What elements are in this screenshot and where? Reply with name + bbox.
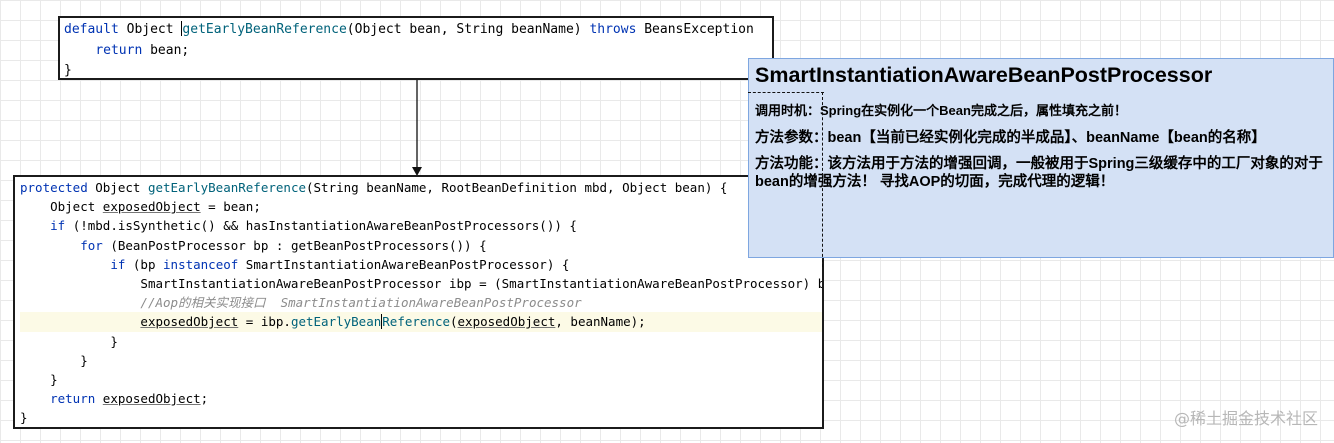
code-line: return exposedObject; [20, 389, 822, 408]
variable: exposedObject [102, 199, 201, 215]
code-text: (Object bean, String beanName) [346, 22, 590, 37]
note-params: 方法参数：bean【当前已经实例化完成的半成品】、beanName【bean的名… [755, 130, 1266, 146]
interface-default-method-code: default Object getEarlyBeanReference(Obj… [58, 16, 774, 80]
note-function: 方法功能：该方法用于方法的增强回调，一般被用于Spring三级缓存中的工厂对象的… [755, 156, 1323, 190]
code-text: BeansException [636, 22, 754, 37]
code-text: (bp [125, 256, 164, 272]
code-line: SmartInstantiationAwareBeanPostProcessor… [20, 274, 822, 293]
code-text: } [64, 63, 72, 78]
code-line: protected Object getEarlyBeanReference(S… [20, 178, 822, 197]
code-line-highlighted: exposedObject = ibp.getEarlyBeanReferenc… [20, 312, 822, 332]
keyword: protected [20, 180, 88, 195]
code-comment: //Aop的相关实现接口 SmartInstantiationAwareBean… [140, 295, 582, 311]
code-line: } [20, 351, 822, 370]
keyword: for [80, 237, 103, 253]
code-text: = bean; [200, 199, 261, 215]
code-text: Object [87, 180, 148, 195]
note-title: SmartInstantiationAwareBeanPostProcessor [755, 63, 1213, 87]
keyword: instanceof [163, 256, 239, 272]
code-line: } [20, 408, 822, 427]
code-text: (String beanName, RootBeanDefinition mbd… [306, 180, 728, 195]
code-text: SmartInstantiationAwareBeanPostProcessor… [238, 256, 570, 272]
method-name: getEarlyBean [290, 314, 382, 330]
code-line: } [64, 61, 772, 78]
variable: exposedObject [457, 314, 556, 330]
code-text: } [80, 352, 88, 368]
dashed-guide-horizontal [748, 92, 824, 93]
keyword: default [64, 22, 119, 37]
abstract-autowire-method-code: protected Object getEarlyBeanReference(S… [13, 175, 824, 429]
keyword: return [50, 391, 96, 407]
keyword: return [95, 42, 143, 58]
code-text: (!mbd.isSynthetic() && hasInstantiationA… [65, 218, 577, 234]
code-line: if (bp instanceof SmartInstantiationAwar… [20, 255, 822, 274]
method-name: getEarlyBeanReference [182, 22, 347, 37]
method-name: getEarlyBeanReference [147, 180, 306, 195]
code-line: if (!mbd.isSynthetic() && hasInstantiati… [20, 216, 822, 235]
code-text: SmartInstantiationAwareBeanPostProcessor… [140, 275, 824, 291]
code-text: , beanName); [555, 314, 646, 330]
keyword: if [110, 256, 126, 272]
code-line: Object exposedObject = bean; [20, 197, 822, 216]
keyword: if [50, 218, 66, 234]
code-text: ( [450, 314, 458, 330]
code-line: //Aop的相关实现接口 SmartInstantiationAwareBean… [20, 293, 822, 312]
code-text: bean; [142, 42, 190, 58]
code-text: } [20, 410, 28, 426]
note-timing: 调用时机：Spring在实例化一个Bean完成之后，属性填充之前！ [755, 103, 1127, 118]
code-line: default Object getEarlyBeanReference(Obj… [64, 20, 772, 41]
code-text: Object [50, 199, 103, 215]
dashed-guide-vertical [822, 92, 823, 267]
code-line: return bean; [64, 41, 772, 62]
method-name: Reference [382, 314, 450, 330]
keyword: throws [589, 22, 637, 37]
code-line: } [20, 332, 822, 351]
code-text: ; [200, 391, 209, 407]
explanation-note: SmartInstantiationAwareBeanPostProcessor… [748, 58, 1334, 258]
watermark: @稀土掘金技术社区 [1173, 409, 1318, 428]
code-line: for (BeanPostProcessor bp : getBeanPostP… [20, 236, 822, 255]
code-text: (BeanPostProcessor bp : getBeanPostProce… [102, 237, 487, 253]
code-text: Object [118, 22, 182, 37]
variable: exposedObject [102, 391, 201, 407]
code-text: = ibp. [238, 314, 291, 330]
variable: exposedObject [140, 314, 239, 330]
code-line: } [20, 370, 822, 389]
code-text: } [50, 371, 58, 387]
code-text: } [110, 333, 118, 349]
